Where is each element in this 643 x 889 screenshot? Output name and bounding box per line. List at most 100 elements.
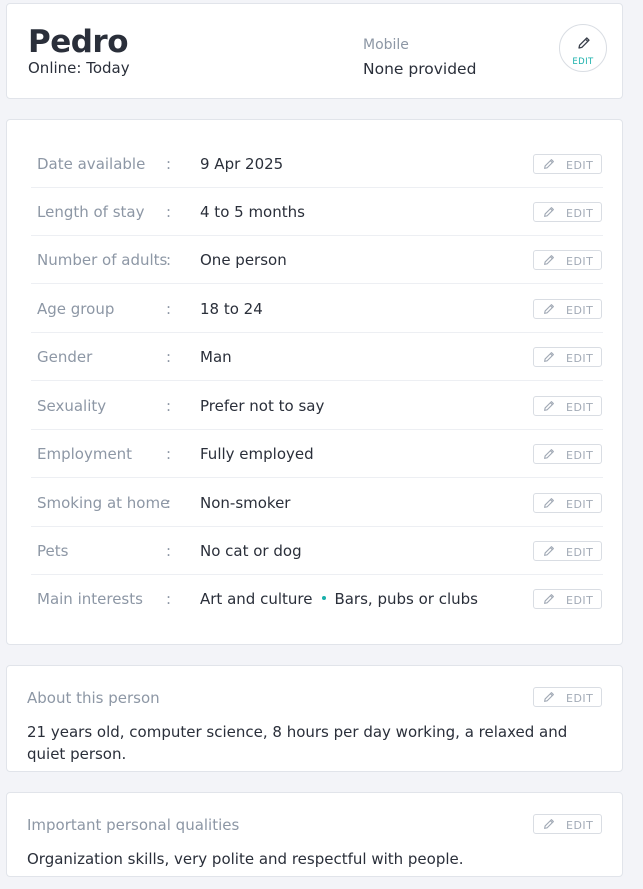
detail-value-text: Art and culture [200,590,313,608]
about-text: 21 years old, computer science, 8 hours … [27,723,568,763]
separator-dot [322,596,327,600]
pencil-icon [544,692,554,702]
detail-value-text: Man [200,347,232,366]
detail-colon: : [166,347,172,366]
pencil-icon [544,351,554,362]
detail-row: Pets: No cat or dog EDIT [31,527,603,575]
edit-label: EDIT [566,448,594,462]
detail-value: Prefer not to say [200,397,324,415]
qualities-text: Organization skills, very polite and res… [27,850,464,868]
detail-row: Length of stay: 4 to 5 months EDIT [31,188,603,236]
detail-value-text: Bars, pubs or clubs [334,590,478,608]
about-title: About this person [27,689,160,707]
edit-qualities-button[interactable]: EDIT [533,814,602,834]
edit-detail-button[interactable]: EDIT [533,492,602,513]
detail-label: Main interests [37,590,143,608]
qualities-title: Important personal qualities [27,816,240,834]
profile-name: Pedro [28,24,129,60]
detail-label: Gender [37,347,93,366]
detail-label: Age group [37,299,115,318]
detail-row: Number of adults: One person EDIT [31,236,603,284]
detail-value: Non-smoker [200,494,290,512]
detail-value-text: 9 Apr 2025 [200,154,284,173]
detail-label: Smoking at home [37,493,170,512]
edit-detail-button[interactable]: EDIT [533,346,602,367]
detail-colon: : [166,493,172,512]
edit-label: EDIT [566,497,594,511]
detail-row: Age group: 18 to 24 EDIT [31,285,603,333]
edit-detail-button[interactable]: EDIT [533,249,602,270]
pencil-icon [544,497,554,508]
detail-value: Fully employed [200,445,314,463]
details-card: Date available:9 Apr 2025 EDIT Length of s… [6,119,623,645]
pencil-icon [544,303,554,314]
detail-label: Length of stay [37,202,145,221]
detail-row: Gender: Man EDIT [31,333,603,381]
edit-label: EDIT [566,594,594,607]
edit-label: EDIT [566,819,594,832]
mobile-value: None provided [363,60,477,78]
edit-profile-button[interactable]: EDIT [559,24,607,72]
detail-value: 18 to 24 [200,300,263,318]
edit-detail-button[interactable]: EDIT [533,298,602,319]
detail-value-text: 4 to 5 months [200,202,305,221]
detail-row: Employment: Fully employed EDIT [31,430,603,478]
edit-about-button[interactable]: EDIT [533,687,602,707]
detail-colon: : [166,250,172,269]
edit-label: EDIT [566,254,594,268]
edit-detail-button[interactable]: EDIT [533,443,602,464]
detail-value-text: One person [200,250,287,269]
qualities-card: Important personal qualities EDIT Organi… [6,792,623,877]
edit-detail-button[interactable]: EDIT [533,153,602,174]
edit-label: EDIT [566,303,594,317]
edit-label: EDIT [566,351,594,365]
edit-label: EDIT [566,692,594,705]
detail-label: Sexuality [37,396,107,415]
detail-value-text: 18 to 24 [200,299,263,318]
detail-row: Main interests: Art and culture Bars, pubs… [31,575,603,623]
edit-label: EDIT [566,158,594,172]
pencil-icon [544,206,554,217]
edit-label: EDIT [566,206,594,220]
detail-value: Man [200,348,232,366]
edit-label: EDIT [566,400,594,414]
detail-value-text: Fully employed [200,444,314,463]
detail-value: One person [200,251,287,269]
detail-value: 4 to 5 months [200,203,305,221]
detail-value: 9 Apr 2025 [200,155,283,173]
detail-colon: : [166,396,172,415]
detail-value-text: Non-smoker [200,493,291,512]
edit-detail-button[interactable]: EDIT [533,395,602,416]
pencil-icon [544,819,554,829]
detail-colon: : [166,541,172,560]
mobile-label: Mobile [363,37,409,53]
profile-header-card: Pedro Online: Today Mobile None provided… [6,3,623,99]
pencil-icon [578,37,590,49]
online-status: Online: Today [28,59,130,77]
detail-label: Employment [37,444,133,463]
pencil-icon [544,400,554,411]
about-card: About this person EDIT 21 years old, com… [6,665,623,772]
detail-value: Art and culture Bars, pubs or clubs [200,590,478,608]
detail-colon: : [166,299,172,318]
detail-value: No cat or dog [200,542,302,560]
detail-row: Date available: 9 Apr 2025 EDIT [31,140,603,188]
detail-row: Sexuality: Prefer not to say EDIT [31,382,603,430]
edit-detail-button[interactable]: EDIT [533,201,602,222]
detail-value-text: Prefer not to say [200,396,325,415]
detail-colon: : [166,590,172,608]
detail-colon: : [166,444,172,463]
detail-row: Smoking at home: Non-smoker EDIT [31,479,603,527]
pencil-icon [544,158,554,169]
detail-label: Pets [37,541,69,560]
pencil-icon [544,254,554,265]
pencil-icon [544,545,554,556]
edit-profile-label: EDIT [572,57,594,67]
detail-colon: : [166,154,172,173]
edit-detail-button[interactable]: EDIT [533,589,602,609]
edit-detail-button[interactable]: EDIT [533,540,602,561]
pencil-icon [544,594,554,604]
edit-label: EDIT [566,545,594,559]
detail-value-text: No cat or dog [200,541,302,560]
detail-label: Number of adults [37,250,168,269]
